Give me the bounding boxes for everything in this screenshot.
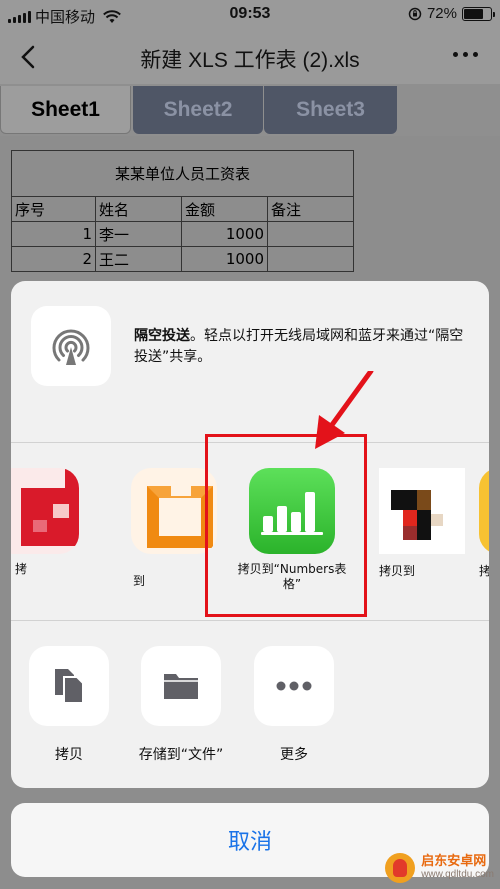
yellow-app-icon xyxy=(479,468,489,554)
watermark-url: www.qdltdu.com xyxy=(421,869,494,880)
spreadsheet-grid: 某某单位人员工资表 序号 姓名 金额 备注 1 李一 1000 2 王二 100… xyxy=(11,150,354,272)
more-action[interactable]: 更多 xyxy=(244,646,344,764)
airdrop-description: 隔空投送。轻点以打开无线局域网和蓝牙来通过“隔空投送”共享。 xyxy=(134,326,469,368)
app-label: 拷贝到 xyxy=(379,564,416,578)
airdrop-icon[interactable] xyxy=(31,306,111,386)
table-cell[interactable]: 1000 xyxy=(181,221,268,247)
airdrop-section[interactable]: 隔空投送。轻点以打开无线局域网和蓝牙来通过“隔空投送”共享。 xyxy=(11,281,489,443)
nav-bar: 新建 XLS 工作表 (2).xls xyxy=(0,30,500,84)
header-cell[interactable]: 金额 xyxy=(181,196,268,222)
battery-percent: 72% xyxy=(426,5,457,22)
red-arrow-icon xyxy=(315,371,374,449)
header-cell[interactable]: 序号 xyxy=(11,196,96,222)
tab-sheet3[interactable]: Sheet3 xyxy=(264,86,397,134)
red-app-icon xyxy=(11,468,79,554)
share-app-pixel[interactable]: 拷贝到 xyxy=(379,468,465,579)
ellipsis-icon[interactable] xyxy=(453,52,478,57)
header-cell[interactable]: 备注 xyxy=(267,196,354,222)
folder-icon xyxy=(141,646,221,726)
action-label: 更多 xyxy=(280,747,308,763)
table-cell[interactable]: 2 xyxy=(11,246,96,272)
airdrop-title: 隔空投送 xyxy=(134,328,190,344)
copy-action[interactable]: 拷贝 xyxy=(19,646,119,764)
header-cell[interactable]: 姓名 xyxy=(95,196,182,222)
app-label: 拷 xyxy=(479,564,489,578)
app-label: 拷 xyxy=(15,562,28,576)
table-row: 2 王二 1000 xyxy=(11,246,354,272)
table-row: 1 李一 1000 xyxy=(11,221,354,247)
status-bar: 中国移动 09:53 72% xyxy=(0,0,500,30)
orientation-lock-icon xyxy=(408,7,422,20)
pixel-app-icon xyxy=(379,468,465,554)
table-cell[interactable] xyxy=(267,221,354,247)
battery-level xyxy=(464,8,483,19)
battery-icon xyxy=(462,6,495,21)
watermark-name: 启东安卓网 xyxy=(421,853,487,868)
table-cell[interactable]: 王二 xyxy=(95,246,182,272)
sheet-tabs: Sheet1 Sheet2 Sheet3 xyxy=(0,84,500,136)
table-cell[interactable]: 李一 xyxy=(95,221,182,247)
table-cell[interactable]: 1 xyxy=(11,221,96,247)
tab-sheet2[interactable]: Sheet2 xyxy=(133,86,263,134)
share-actions-row: 拷贝 存储到“文件” 更多 xyxy=(11,621,489,788)
action-label: 存储到“文件” xyxy=(138,747,224,763)
table-header-row: 序号 姓名 金额 备注 xyxy=(11,196,354,222)
watermark-logo-icon xyxy=(385,853,416,883)
highlight-box xyxy=(205,434,367,617)
share-app-red[interactable]: 拷 xyxy=(11,468,79,577)
sheet-title-cell[interactable]: 某某单位人员工资表 xyxy=(11,150,354,197)
table-cell[interactable] xyxy=(267,246,354,272)
save-to-files-action[interactable]: 存储到“文件” xyxy=(131,646,231,764)
tab-sheet1[interactable]: Sheet1 xyxy=(0,86,131,134)
watermark: 启东安卓网 www.qdltdu.com xyxy=(385,853,494,883)
action-label: 拷贝 xyxy=(55,747,83,763)
table-cell[interactable]: 1000 xyxy=(181,246,268,272)
share-app-yellow[interactable]: 拷 xyxy=(479,468,489,579)
more-icon xyxy=(254,646,334,726)
page-title: 新建 XLS 工作表 (2).xls xyxy=(140,49,360,72)
share-sheet: 隔空投送。轻点以打开无线局域网和蓝牙来通过“隔空投送”共享。 拷 到 拷贝到“N… xyxy=(11,281,489,788)
copy-icon xyxy=(29,646,109,726)
